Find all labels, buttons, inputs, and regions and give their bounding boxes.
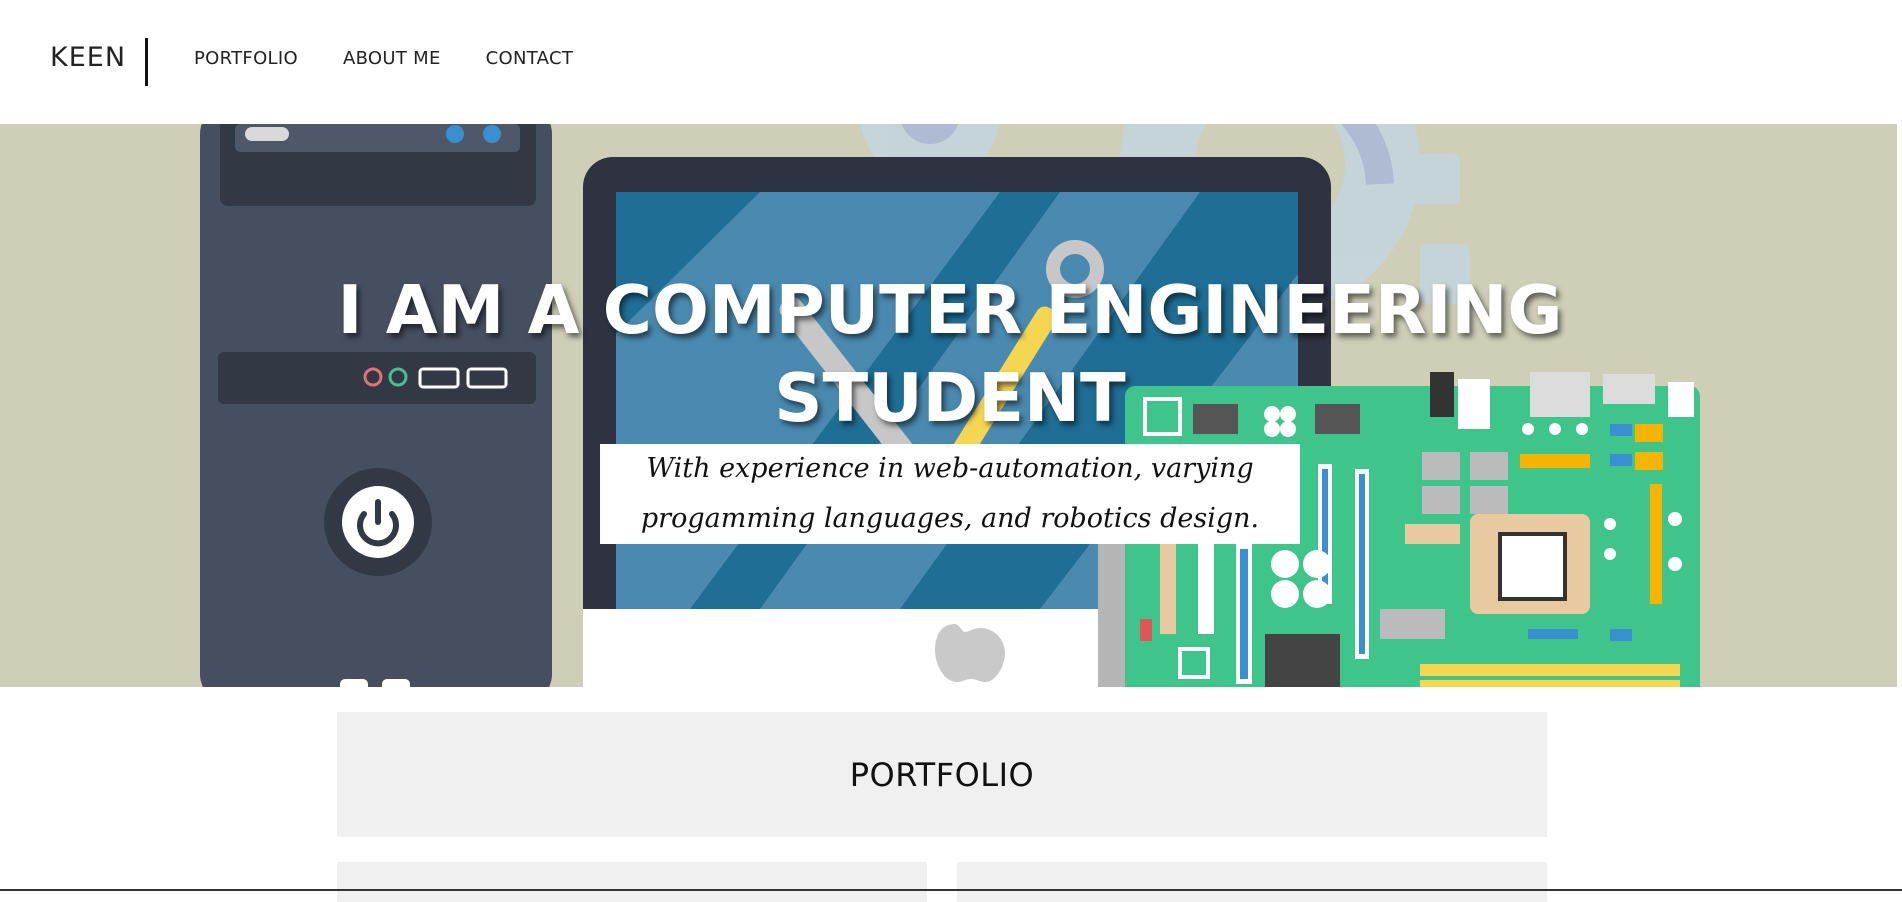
- brand-logo[interactable]: KEEN: [50, 42, 126, 73]
- hero-title-line-1: I AM A COMPUTER ENGINEERING: [337, 271, 1563, 349]
- hero-title-line-2: STUDENT: [774, 359, 1126, 437]
- portfolio-card[interactable]: [957, 862, 1547, 902]
- main-nav: PORTFOLIO ABOUT ME CONTACT: [194, 48, 573, 69]
- hero-subtitle-box: With experience in web-automation, varyi…: [600, 444, 1300, 544]
- portfolio-title: PORTFOLIO: [849, 755, 1035, 794]
- hero-title: I AM A COMPUTER ENGINEERING STUDENT: [300, 266, 1600, 442]
- site-header: KEEN PORTFOLIO ABOUT ME CONTACT: [0, 0, 1902, 124]
- hero-subtitle-line-1: With experience in web-automation, varyi…: [646, 453, 1254, 484]
- brand-divider: [145, 38, 148, 86]
- scrollbar-track[interactable]: [1897, 124, 1902, 891]
- portfolio-card[interactable]: [337, 862, 927, 902]
- portfolio-section-header: PORTFOLIO: [337, 712, 1547, 837]
- apple-logo-icon: [935, 624, 1005, 682]
- nav-contact[interactable]: CONTACT: [486, 48, 573, 69]
- nav-portfolio[interactable]: PORTFOLIO: [194, 48, 298, 69]
- hero-subtitle-line-2: progamming languages, and robotics desig…: [640, 503, 1260, 534]
- hero-subtitle: With experience in web-automation, varyi…: [641, 444, 1259, 544]
- hero-section: I AM A COMPUTER ENGINEERING STUDENT With…: [0, 124, 1897, 687]
- nav-about-me[interactable]: ABOUT ME: [343, 48, 441, 69]
